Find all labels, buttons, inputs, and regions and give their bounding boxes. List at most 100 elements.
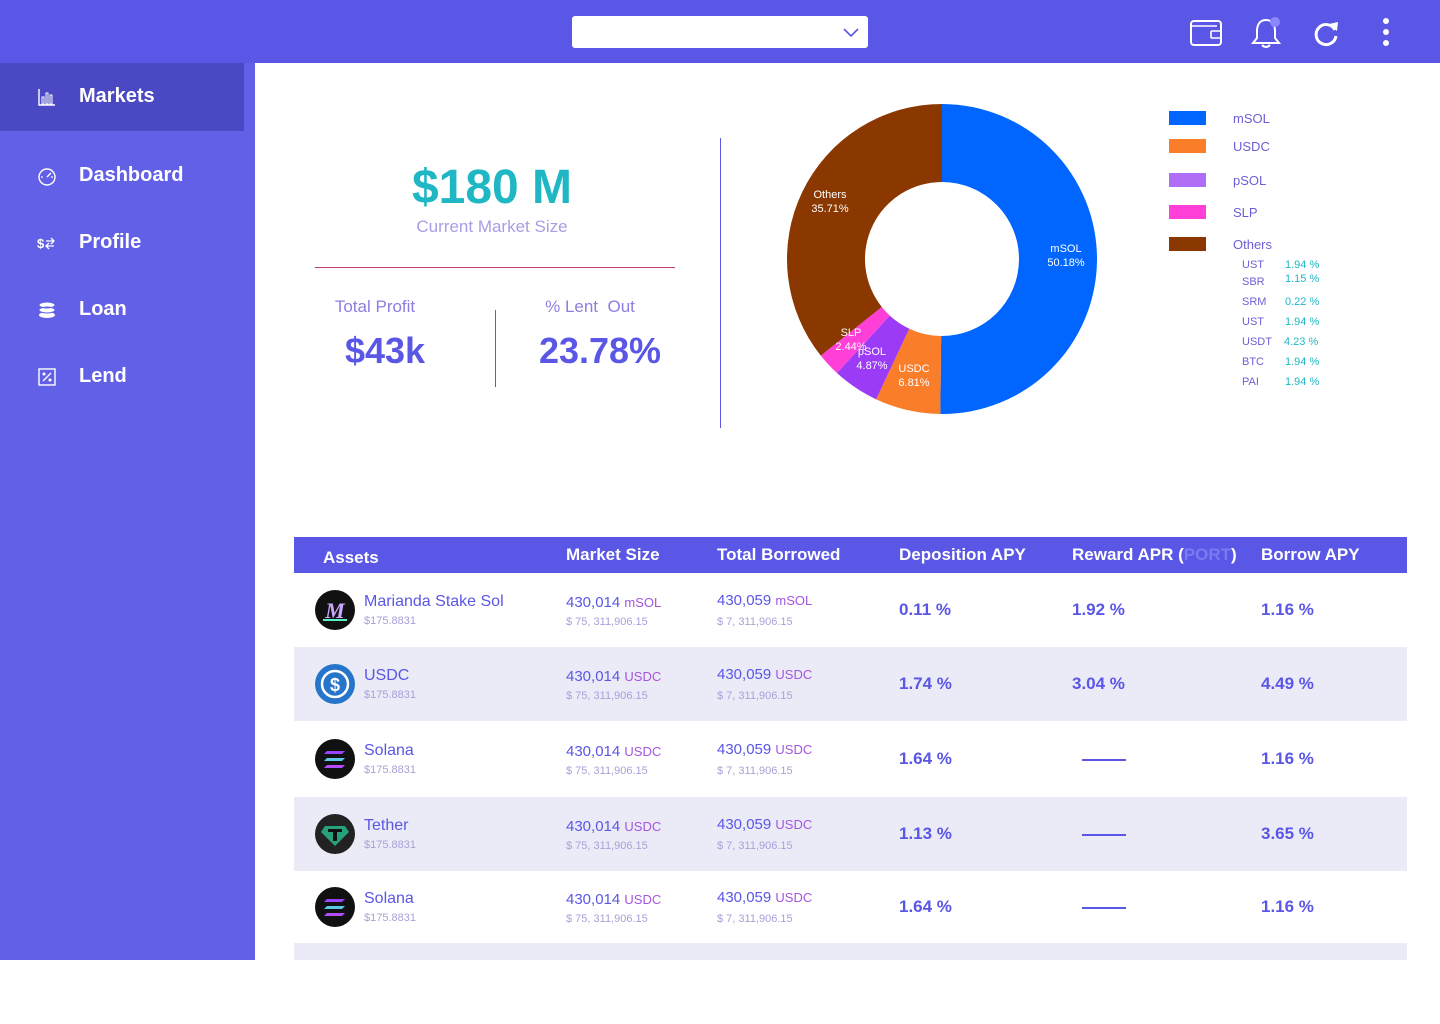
legend-swatch xyxy=(1169,237,1206,251)
total-borrowed-unit: USDC xyxy=(775,667,813,682)
assets-table-header: Assets Market Size Total Borrowed Deposi… xyxy=(294,537,1407,573)
total-borrowed-number: 430,059 xyxy=(717,816,772,833)
asset-name[interactable]: USDC xyxy=(364,667,409,685)
solana-coin-icon xyxy=(315,739,355,779)
market-size-amount: 430,014 USDC xyxy=(566,743,661,760)
table-row[interactable]: Solana $175.8831 430,014 USDC $ 75, 311,906… xyxy=(294,870,1407,944)
others-item-name: UST xyxy=(1242,259,1264,271)
total-borrowed-usd: $ 7, 311,906.15 xyxy=(717,765,793,777)
others-item-value: 4.23 % xyxy=(1284,336,1319,348)
market-size-label: Current Market Size xyxy=(416,217,568,236)
slice-value-psol: 4.87% xyxy=(856,360,887,372)
sidebar-item-loan[interactable]: Loan xyxy=(0,276,255,344)
borrow-apy-value: 3.65 % xyxy=(1261,824,1314,843)
others-item-name: SRM xyxy=(1242,296,1267,308)
market-size-number: 430,014 xyxy=(566,818,621,835)
refresh-icon[interactable] xyxy=(1309,16,1343,50)
legend-swatch xyxy=(1169,173,1206,187)
others-item-value: 1.94 % xyxy=(1285,356,1320,368)
deposition-apy-value: 1.13 % xyxy=(899,824,952,843)
table-row[interactable]: Solana $175.8831 430,014 USDC $ 75, 311,906… xyxy=(294,722,1407,796)
total-borrowed-usd: $ 7, 311,906.15 xyxy=(717,913,793,925)
empty-value-dash xyxy=(1082,907,1126,909)
table-row[interactable] xyxy=(294,943,1407,960)
header-borrow-apy[interactable]: Borrow APY xyxy=(1261,545,1360,565)
total-profit-label: Total Profit xyxy=(334,297,416,316)
table-row[interactable]: M Marianda Stake Sol $175.8831 430,014 mSOL… xyxy=(294,573,1407,647)
msol-coin-icon: M xyxy=(315,590,355,630)
dollar-transfer-icon: $ xyxy=(37,236,55,251)
market-size-number: 430,014 xyxy=(566,668,621,685)
sidebar-item-lend[interactable]: Lend xyxy=(0,343,255,411)
borrow-apy-value: 1.16 % xyxy=(1261,600,1314,619)
speedometer-icon xyxy=(38,168,56,186)
sidebar-item-profile[interactable]: $ Profile xyxy=(0,209,255,277)
total-borrowed-unit: USDC xyxy=(775,742,813,757)
slice-others[interactable] xyxy=(787,104,942,356)
market-size-usd: $ 75, 311,906.15 xyxy=(566,765,648,777)
market-size-usd: $ 75, 311,906.15 xyxy=(566,690,648,702)
total-borrowed-unit: USDC xyxy=(775,890,813,905)
header-reward-apr-token: PORT xyxy=(1183,545,1232,564)
market-size-amount: 430,014 USDC xyxy=(566,668,661,685)
sidebar-item-dashboard[interactable]: Dashboard xyxy=(0,142,255,210)
market-size-value: $180 M xyxy=(411,161,573,214)
percent-icon xyxy=(38,368,56,386)
borrow-apy-value: 1.16 % xyxy=(1261,897,1314,916)
total-borrowed-amount: 430,059 USDC xyxy=(717,889,812,906)
asset-price: $175.8831 xyxy=(364,615,416,627)
others-item-value: 1.94 % xyxy=(1285,316,1320,328)
legend-label: mSOL xyxy=(1233,111,1270,126)
asset-price: $175.8831 xyxy=(364,912,416,924)
others-item-name: BTC xyxy=(1242,356,1264,368)
table-row[interactable]: $ USDC $175.8831 430,014 USDC $ 75, 311,906.… xyxy=(294,647,1407,721)
header-deposition-apy[interactable]: Deposition APY xyxy=(899,545,1026,565)
sidebar-item-markets[interactable]: Markets xyxy=(0,63,244,131)
slice-value-msol: 50.18% xyxy=(1047,257,1085,269)
svg-text:$: $ xyxy=(37,236,45,251)
sidebar-item-label: Profile xyxy=(79,231,142,253)
slice-value-slp: 2.44% xyxy=(835,341,866,353)
sidebar: Markets Dashboard $ Profile Loan Lend xyxy=(0,63,255,960)
market-size-usd: $ 75, 311,906.15 xyxy=(566,913,648,925)
header-reward-apr[interactable]: Reward APR (PORT) xyxy=(1072,545,1237,565)
slice-label-msol: mSOL xyxy=(1050,243,1081,255)
asset-name[interactable]: Solana xyxy=(364,890,414,908)
market-size-amount: 430,014 mSOL xyxy=(566,594,661,611)
legend-label: SLP xyxy=(1233,205,1258,220)
asset-name[interactable]: Tether xyxy=(364,817,408,835)
market-size-unit: USDC xyxy=(624,744,662,759)
total-borrowed-usd: $ 7, 311,906.15 xyxy=(717,690,793,702)
others-item-value: 1.94 % xyxy=(1285,259,1320,271)
slice-label-others: Others xyxy=(813,189,847,201)
more-vertical-icon[interactable] xyxy=(1369,16,1403,50)
bell-icon[interactable] xyxy=(1249,16,1283,50)
others-item-value: 0.22 % xyxy=(1285,296,1320,308)
total-borrowed-amount: 430,059 mSOL xyxy=(717,592,812,609)
divider xyxy=(315,267,675,268)
table-row[interactable]: Tether $175.8831 430,014 USDC $ 75, 311,906… xyxy=(294,797,1407,871)
chevron-down-icon xyxy=(843,28,859,38)
market-size-usd: $ 75, 311,906.15 xyxy=(566,616,648,628)
sidebar-item-label: Lend xyxy=(79,365,127,387)
asset-name[interactable]: Solana xyxy=(364,742,414,760)
usdc-coin-icon: $ xyxy=(315,664,355,704)
header-reward-apr-prefix: Reward APR ( xyxy=(1072,545,1184,564)
market-size-unit: mSOL xyxy=(624,595,662,610)
total-borrowed-usd: $ 7, 311,906.15 xyxy=(717,616,793,628)
header-assets[interactable]: Assets xyxy=(323,548,379,568)
legend-swatch xyxy=(1169,139,1206,153)
deposition-apy-value: 0.11 % xyxy=(899,600,951,619)
svg-text:$: $ xyxy=(330,675,340,695)
market-select[interactable] xyxy=(572,16,868,48)
lent-out-label: % Lent Out xyxy=(545,297,635,316)
wallet-icon[interactable] xyxy=(1189,16,1223,50)
total-borrowed-number: 430,059 xyxy=(717,741,772,758)
asset-name[interactable]: Marianda Stake Sol xyxy=(364,593,504,611)
header-total-borrowed[interactable]: Total Borrowed xyxy=(717,545,840,565)
legend-label: Others xyxy=(1233,237,1273,252)
legend-label: pSOL xyxy=(1233,173,1267,188)
sidebar-item-label: Loan xyxy=(79,298,127,320)
header-market-size[interactable]: Market Size xyxy=(566,545,660,565)
market-size-amount: 430,014 USDC xyxy=(566,818,661,835)
